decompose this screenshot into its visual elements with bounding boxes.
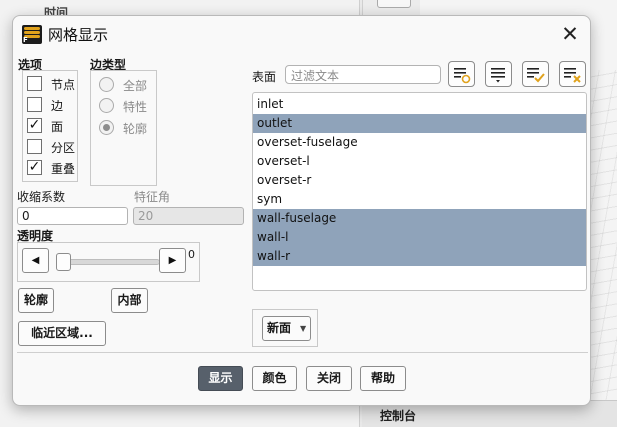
partitions-checkbox[interactable]	[27, 139, 42, 154]
deselect-all-icon[interactable]	[559, 61, 586, 87]
mesh-display-dialog: F 网格显示 ✕ 选项 节点 边 ✓ 面 分区 ✓ 重叠 边类型 全部 特性 轮…	[12, 15, 591, 406]
edges-label: 边	[51, 99, 64, 113]
options-group: 节点 边 ✓ 面 分区 ✓ 重叠	[22, 70, 78, 182]
chevron-down-icon: ▼	[300, 324, 307, 333]
feature-radio[interactable]	[99, 98, 114, 113]
slider-decrease-button[interactable]: ◀	[22, 248, 49, 273]
list-item[interactable]: wall-r	[253, 247, 586, 266]
list-item[interactable]: outlet	[253, 114, 586, 133]
outline-label: 轮廓	[123, 122, 148, 136]
transparency-slider-track[interactable]	[56, 259, 160, 265]
help-button[interactable]: 帮助	[360, 366, 406, 391]
proximity-zones-button[interactable]: 临近区域...	[18, 321, 106, 346]
new-surface-dropdown[interactable]: 新面 ▼	[262, 316, 311, 341]
interior-button[interactable]: 内部	[111, 288, 148, 313]
background-mini-button[interactable]	[377, 0, 411, 8]
outline-button[interactable]: 轮廓	[18, 288, 54, 313]
transparency-slider-thumb[interactable]	[56, 253, 71, 271]
close-icon[interactable]: ✕	[559, 24, 581, 46]
surfaces-list-items: inlet outlet overset-fuselage overset-l …	[253, 93, 586, 266]
footer-divider	[17, 352, 588, 353]
list-options-icon[interactable]	[485, 61, 512, 87]
close-button[interactable]: 关闭	[306, 366, 352, 391]
shrink-factor-label: 收缩系数	[17, 190, 66, 204]
new-surface-group: 新面 ▼	[252, 309, 318, 347]
all-radio[interactable]	[99, 77, 114, 92]
colors-button[interactable]: 颜色	[252, 366, 297, 391]
list-item[interactable]: wall-l	[253, 228, 586, 247]
surfaces-list[interactable]: inlet outlet overset-fuselage overset-l …	[252, 92, 587, 291]
overset-label: 重叠	[51, 162, 76, 176]
filter-options-icon[interactable]	[448, 61, 475, 87]
new-surface-label: 新面	[267, 321, 292, 335]
all-label: 全部	[123, 79, 148, 93]
console-label: 控制台	[380, 409, 417, 423]
dialog-titlebar[interactable]: F 网格显示 ✕	[13, 16, 590, 50]
slider-increase-button[interactable]: ▶	[159, 248, 186, 273]
list-item[interactable]: overset-r	[253, 171, 586, 190]
feature-label: 特性	[123, 100, 148, 114]
overset-checkbox[interactable]: ✓	[27, 160, 42, 175]
nodes-label: 节点	[51, 78, 76, 92]
feature-angle-input: 20	[133, 207, 244, 225]
fluent-app-icon: F	[22, 25, 42, 44]
nodes-checkbox[interactable]	[27, 76, 42, 91]
edge-type-group: 全部 特性 轮廓	[90, 70, 157, 186]
feature-angle-label: 特征角	[134, 190, 171, 204]
faces-checkbox[interactable]: ✓	[27, 118, 42, 133]
partitions-label: 分区	[51, 141, 76, 155]
filter-text-input[interactable]: 过滤文本	[285, 65, 441, 84]
transparency-group: ◀ ▶	[17, 242, 200, 282]
list-item[interactable]: overset-l	[253, 152, 586, 171]
list-item[interactable]: inlet	[253, 95, 586, 114]
list-item[interactable]: sym	[253, 190, 586, 209]
shrink-factor-input[interactable]: 0	[17, 207, 128, 225]
list-item[interactable]: overset-fuselage	[253, 133, 586, 152]
edges-checkbox[interactable]	[27, 97, 42, 112]
transparency-value: 0	[188, 248, 195, 261]
faces-label: 面	[51, 120, 64, 134]
dialog-title: 网格显示	[48, 26, 109, 44]
surfaces-label: 表面	[252, 70, 277, 84]
display-button[interactable]: 显示	[198, 366, 243, 391]
outline-radio[interactable]	[99, 120, 114, 135]
list-item[interactable]: wall-fuselage	[253, 209, 586, 228]
select-all-icon[interactable]	[522, 61, 549, 87]
